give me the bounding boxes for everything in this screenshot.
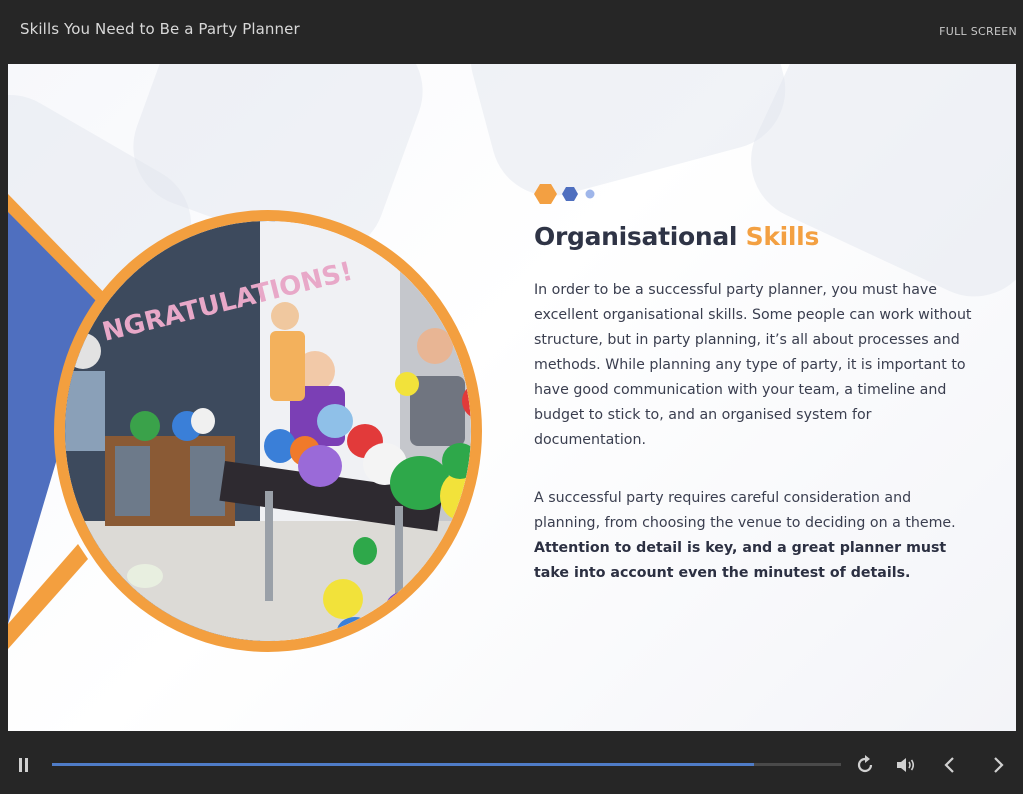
replay-icon — [857, 755, 873, 773]
chevron-left-icon — [944, 757, 954, 773]
fullscreen-button[interactable]: FULL SCREEN — [939, 25, 1017, 38]
pause-icon-bar — [25, 758, 28, 772]
paragraph-2-bold: Attention to detail is key, and a great … — [534, 540, 947, 581]
paragraph-1: In order to be a successful party planne… — [534, 282, 972, 448]
heading-main: Organisational — [534, 222, 738, 251]
chevron-right-icon — [994, 757, 1004, 773]
volume-button[interactable] — [894, 753, 918, 777]
slide-heading: Organisational Skills — [534, 222, 819, 251]
party-photo: NGRATULATIONS! — [65, 221, 471, 641]
heading-accent: Skills — [745, 222, 820, 251]
party-scene-illustration: NGRATULATIONS! — [65, 221, 471, 641]
progress-bar[interactable] — [52, 763, 841, 766]
replay-button[interactable] — [853, 753, 877, 777]
progress-fill — [52, 763, 755, 766]
player-controls — [0, 731, 1023, 794]
background-shape — [457, 64, 799, 210]
paragraph-2: A successful party requires careful cons… — [534, 486, 974, 586]
slide: NGRATULATIONS! Organisational Skills In … — [8, 64, 1016, 731]
paragraph-2-regular: A successful party requires careful cons… — [534, 490, 956, 531]
pause-button[interactable] — [17, 758, 33, 774]
previous-button[interactable] — [938, 753, 962, 777]
hexagon-dots-decoration — [534, 184, 595, 204]
course-title: Skills You Need to Be a Party Planner — [20, 20, 300, 38]
party-photo-frame: NGRATULATIONS! — [54, 210, 482, 652]
volume-icon — [897, 758, 915, 772]
next-button[interactable] — [986, 753, 1010, 777]
top-bar: Skills You Need to Be a Party Planner FU… — [0, 0, 1023, 64]
pause-icon — [19, 758, 22, 772]
